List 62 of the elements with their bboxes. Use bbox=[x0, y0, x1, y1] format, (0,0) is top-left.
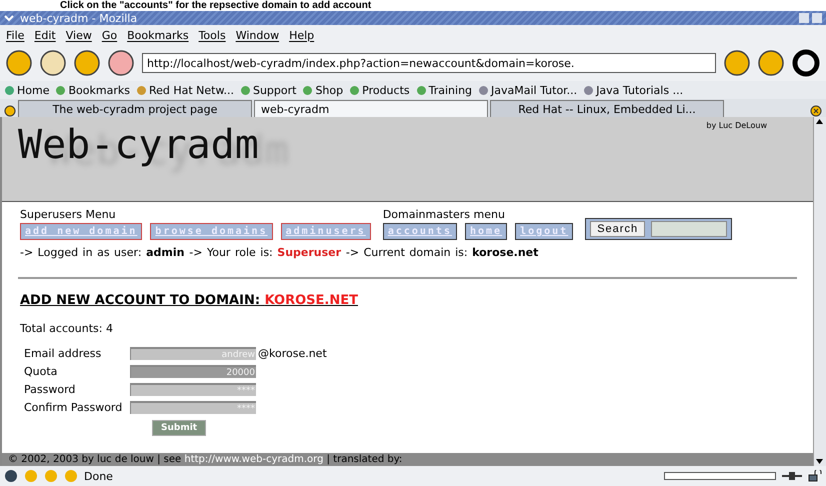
bookmark[interactable]: Bookmarks bbox=[55, 84, 130, 96]
connection-icon bbox=[782, 471, 802, 481]
page-heading: ADD NEW ACCOUNT TO DOMAIN: KOROSE.NET bbox=[19, 292, 359, 308]
bookmark-icon bbox=[302, 84, 314, 96]
bookmark-icon bbox=[240, 84, 251, 96]
caption: Click on the "accounts" for the repsective domain to add account bbox=[59, 0, 372, 11]
url-field[interactable]: http://localhost/web-cyradm/index.php?action=newaccount&domain=korose. bbox=[142, 53, 716, 73]
throbber-icon bbox=[792, 49, 820, 77]
scrollbar[interactable] bbox=[813, 117, 826, 466]
copyright-text: © 2002, 2003 by luc de louw | see bbox=[8, 454, 182, 465]
menu-title: Domainmasters menu bbox=[382, 208, 506, 221]
forward-button[interactable] bbox=[40, 50, 66, 76]
close-tab-icon[interactable] bbox=[810, 105, 822, 117]
back-button[interactable] bbox=[6, 50, 32, 76]
menu-item[interactable]: File bbox=[6, 28, 24, 42]
site-logo: Web-cyradm bbox=[18, 121, 259, 170]
bookmark[interactable]: Shop bbox=[302, 84, 344, 96]
menu-item[interactable]: Edit bbox=[34, 28, 56, 42]
search-button[interactable]: Search bbox=[590, 221, 646, 237]
bookmark-icon bbox=[478, 84, 490, 96]
field-label: Password bbox=[24, 383, 76, 396]
bookmark-icon bbox=[4, 84, 15, 96]
bookmark[interactable]: Products bbox=[349, 84, 410, 96]
url-text: http://localhost/web-cyradm/index.php?action=newaccount&domain=korose. bbox=[147, 56, 574, 70]
menu-item[interactable]: Bookmarks bbox=[127, 28, 189, 42]
window-title: web-cyradm - Mozilla bbox=[20, 12, 138, 24]
field-label: Quota bbox=[24, 365, 58, 378]
menu-item[interactable]: Go bbox=[102, 28, 118, 42]
total-accounts: Total accounts: 4 bbox=[19, 321, 114, 337]
bookmark[interactable]: Training bbox=[416, 84, 472, 96]
status-text: Done bbox=[84, 470, 113, 482]
search-field[interactable] bbox=[651, 221, 728, 237]
field-label: Email address bbox=[24, 347, 102, 360]
menu-icon[interactable] bbox=[4, 14, 14, 22]
bookmark[interactable]: Red Hat Netw... bbox=[136, 84, 234, 96]
search-button[interactable] bbox=[724, 50, 750, 76]
bookmark-icon bbox=[349, 84, 360, 96]
bookmark-icon bbox=[583, 84, 594, 96]
bookmark-icon bbox=[136, 84, 147, 96]
bookmark[interactable]: Support bbox=[240, 84, 296, 96]
menu-item[interactable]: View bbox=[66, 28, 92, 42]
browser-tab[interactable]: The web-cyradm project page bbox=[18, 100, 252, 117]
menu-title: Superusers Menu bbox=[20, 208, 117, 221]
menu-item[interactable]: Tools bbox=[198, 28, 226, 42]
reload-button[interactable] bbox=[74, 50, 100, 76]
unlocked-padlock-icon bbox=[808, 470, 822, 482]
bookmark-icon bbox=[55, 84, 66, 96]
menu-item[interactable]: Help bbox=[289, 28, 314, 42]
field-label: Confirm Password bbox=[24, 401, 124, 414]
bookmark[interactable]: Home bbox=[4, 84, 50, 96]
bookmark-icon bbox=[416, 84, 427, 96]
print-button[interactable] bbox=[758, 50, 784, 76]
stop-button[interactable] bbox=[108, 50, 134, 76]
menu-item[interactable]: Window bbox=[236, 28, 280, 42]
bookmark[interactable]: Java Tutorials ... bbox=[583, 84, 684, 96]
browser-tab[interactable]: Red Hat -- Linux, Embedded Li... bbox=[490, 100, 724, 117]
domain-suffix: @korose.net bbox=[258, 347, 328, 360]
translator-text: | translated by: bbox=[326, 454, 402, 465]
login-status: -> Logged in as user: admin -> Your role is: Superuser -> Current domain is: korose.net bbox=[19, 245, 540, 261]
bookmark[interactable]: JavaMail Tutor... bbox=[478, 84, 578, 96]
browser-tab[interactable]: web-cyradm bbox=[254, 100, 488, 117]
author-credit: by Luc DeLouw bbox=[706, 121, 768, 132]
